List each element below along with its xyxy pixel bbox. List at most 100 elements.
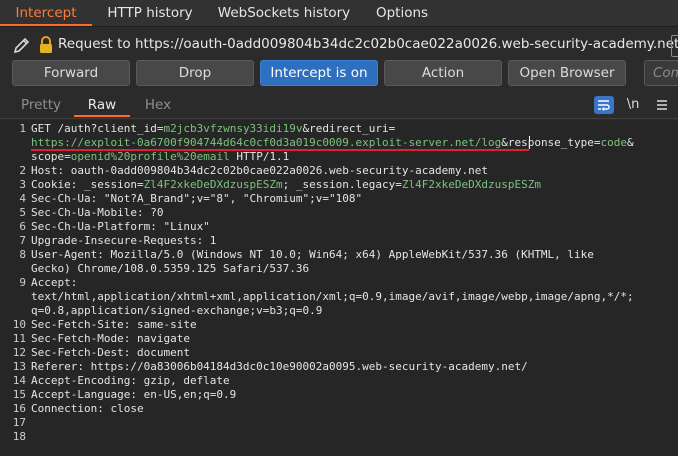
request-text: Gecko) Chrome/108.0.5359.125 Safari/537.… xyxy=(31,262,310,275)
request-line: Accept: xyxy=(31,276,77,290)
request-text: client_id xyxy=(97,122,157,135)
proxy-tab-bar: Intercept HTTP history WebSockets histor… xyxy=(0,0,678,27)
request-text: Referer: https://0a83006b04184d3dc0c10e9… xyxy=(31,360,528,373)
param-value: Zl4F2xkeDeDXdzuspESZm xyxy=(143,178,283,191)
raw-request-editor[interactable]: 1 GET /auth?client_id=m2jcb3vfzwnsy33idi1… xyxy=(0,120,678,456)
request-line: text/html,application/xhtml+xml,applicat… xyxy=(31,290,634,304)
request-line: Sec-Fetch-Site: same-site xyxy=(31,318,197,332)
line-number: 14 xyxy=(12,374,26,387)
line-number xyxy=(0,136,26,150)
comment-input[interactable]: Com xyxy=(644,60,678,86)
line-number: 6 xyxy=(19,220,26,233)
tab-websockets-history[interactable]: WebSockets history xyxy=(208,0,360,26)
request-line: Cookie: _session=Zl4F2xkeDeDXdzuspESZm; … xyxy=(31,178,541,192)
pencil-icon[interactable] xyxy=(12,35,32,55)
request-text: Accept: xyxy=(31,276,78,289)
request-line: Sec-Ch-Ua-Mobile: ?0 xyxy=(31,206,163,220)
request-text: &redirect_uri= xyxy=(302,122,396,135)
tab-raw[interactable]: Raw xyxy=(74,94,130,117)
request-line: User-Agent: Mozilla/5.0 (Windows NT 10.0… xyxy=(31,248,594,262)
line-number: 18 xyxy=(12,430,26,443)
line-number xyxy=(0,150,26,164)
request-line: Host: oauth-0add009804b34dc2c02b0cae022a… xyxy=(31,164,488,178)
drop-button[interactable]: Drop xyxy=(136,60,254,86)
redirect-uri-value: https://exploit-0a6700f904744d64c0cf0d3a… xyxy=(31,136,502,149)
request-options-box[interactable] xyxy=(671,35,678,57)
wrap-icon[interactable] xyxy=(594,96,614,114)
request-text: &response_type= xyxy=(501,136,601,149)
request-text: q=0.8,application/signed-exchange;v=b3;q… xyxy=(31,304,323,317)
tab-pretty[interactable]: Pretty xyxy=(12,94,70,116)
request-line: q=0.8,application/signed-exchange;v=b3;q… xyxy=(31,304,322,318)
request-target-label: Request to https://oauth-0add009804b34dc… xyxy=(58,36,678,52)
request-text: User-Agent: Mozilla/5.0 (Windows NT 10.0… xyxy=(31,248,594,261)
tab-intercept[interactable]: Intercept xyxy=(0,0,92,26)
request-text: Sec-Fetch-Dest: document xyxy=(31,346,190,359)
request-line: Upgrade-Insecure-Requests: 1 xyxy=(31,234,216,248)
request-line: Sec-Ch-Ua: "Not?A_Brand";v="8", "Chromiu… xyxy=(31,192,362,206)
line-number xyxy=(0,262,26,276)
request-line: Gecko) Chrome/108.0.5359.125 Safari/537.… xyxy=(31,262,309,276)
line-number: 15 xyxy=(12,388,26,401)
intercept-toolbar: Forward Drop Intercept is on Action Open… xyxy=(0,60,678,86)
request-text: scope= xyxy=(31,150,71,163)
line-number: 7 xyxy=(19,234,26,247)
request-line: Accept-Encoding: gzip, deflate xyxy=(31,374,230,388)
line-number: 2 xyxy=(19,164,26,177)
param-value: code xyxy=(600,136,628,149)
request-text: Upgrade-Insecure-Requests: 1 xyxy=(31,234,217,247)
request-text: Accept-Encoding: gzip, deflate xyxy=(31,374,230,387)
line-number: 8 xyxy=(19,248,26,261)
newline-icon[interactable]: \n xyxy=(622,96,644,114)
request-line: GET /auth?client_id=m2jcb3vfzwnsy33idi19… xyxy=(31,122,395,136)
request-text: Sec-Ch-Ua-Platform: "Linux" xyxy=(31,220,210,233)
request-line: Sec-Fetch-Mode: navigate xyxy=(31,332,190,346)
line-number: 9 xyxy=(19,276,26,289)
line-number: 12 xyxy=(12,346,26,359)
intercept-toggle-button[interactable]: Intercept is on xyxy=(260,60,378,86)
request-text: GET /auth? xyxy=(31,122,98,135)
line-number: 17 xyxy=(12,416,26,429)
request-text: Sec-Fetch-Site: same-site xyxy=(31,318,197,331)
request-line: Sec-Ch-Ua-Platform: "Linux" xyxy=(31,220,210,234)
line-number: 3 xyxy=(19,178,26,191)
forward-button[interactable]: Forward xyxy=(12,60,130,86)
request-text: Accept-Language: en-US,en;q=0.9 xyxy=(31,388,237,401)
line-number: 11 xyxy=(12,332,26,345)
lock-icon xyxy=(40,36,52,53)
line-number: 4 xyxy=(19,192,26,205)
request-info-bar: Request to https://oauth-0add009804b34dc… xyxy=(0,31,678,59)
line-number: 1 xyxy=(19,122,26,135)
request-text: Sec-Ch-Ua: "Not?A_Brand";v="8", "Chromiu… xyxy=(31,192,363,205)
tab-options[interactable]: Options xyxy=(364,0,440,26)
line-number xyxy=(0,290,26,304)
message-view-tabs: Pretty Raw Hex \n xyxy=(0,94,678,119)
tab-hex[interactable]: Hex xyxy=(134,94,182,116)
line-number: 16 xyxy=(12,402,26,415)
param-value: openid%20profile%20email xyxy=(70,150,230,163)
request-line: Referer: https://0a83006b04184d3dc0c10e9… xyxy=(31,360,528,374)
request-line: Sec-Fetch-Dest: document xyxy=(31,346,190,360)
open-browser-button[interactable]: Open Browser xyxy=(508,60,626,86)
line-number xyxy=(0,304,26,318)
request-line: Accept-Language: en-US,en;q=0.9 xyxy=(31,388,236,402)
request-line: scope=openid%20profile%20email HTTP/1.1 xyxy=(31,150,289,164)
request-line: Connection: close xyxy=(31,402,144,416)
request-text: & xyxy=(627,136,634,149)
request-text: ; _session.legacy= xyxy=(282,178,402,191)
param-value: Zl4F2xkeDeDXdzuspESZm xyxy=(401,178,541,191)
line-number: 5 xyxy=(19,206,26,219)
request-text: Host: oauth-0add009804b34dc2c02b0cae022a… xyxy=(31,164,488,177)
request-text: text/html,application/xhtml+xml,applicat… xyxy=(31,290,634,303)
request-text: HTTP/1.1 xyxy=(229,150,290,163)
action-button[interactable]: Action xyxy=(384,60,502,86)
request-text: Sec-Ch-Ua-Mobile: ?0 xyxy=(31,206,164,219)
tab-http-history[interactable]: HTTP history xyxy=(96,0,204,26)
menu-icon[interactable] xyxy=(652,96,672,114)
line-number: 13 xyxy=(12,360,26,373)
line-number: 10 xyxy=(12,318,26,331)
request-line: https://exploit-0a6700f904744d64c0cf0d3a… xyxy=(31,136,634,150)
request-text: Cookie: _session= xyxy=(31,178,144,191)
param-value: m2jcb3vfzwnsy33idi19v xyxy=(163,122,303,135)
request-text: Sec-Fetch-Mode: navigate xyxy=(31,332,190,345)
